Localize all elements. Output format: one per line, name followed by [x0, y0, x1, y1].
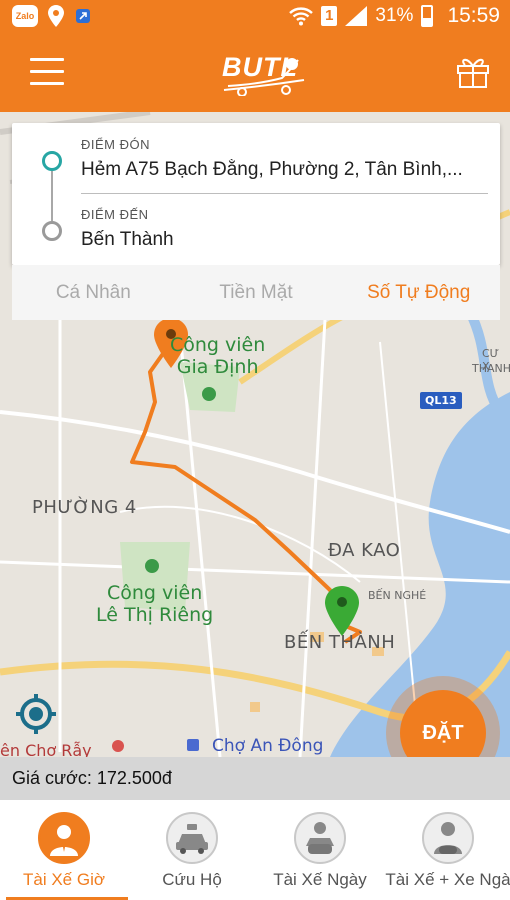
pickup-field[interactable]: Hẻm A75 Bạch Đằng, Phường 2, Tân Bình,..…: [81, 159, 491, 181]
map-label-park-le-thi-rieng: Công viên Lê Thị Riêng: [96, 582, 214, 626]
pickup-label: ĐIỂM ĐÓN: [81, 137, 150, 152]
map-label-ben-nghe: BẾN NGHÉ: [368, 589, 427, 602]
clock: 15:59: [447, 4, 500, 27]
app-logo: BUTL: [220, 50, 310, 96]
destination-pin-icon: [325, 586, 359, 636]
app-bar: BUTL: [0, 34, 510, 112]
location-icon: [48, 5, 64, 27]
battery-percent: 31%: [375, 5, 414, 26]
map-label-cho-ray: ện Chợ Rẫy: [0, 741, 92, 757]
menu-icon[interactable]: [30, 58, 64, 86]
pickup-dot-icon: [42, 151, 62, 171]
nav-label: Tài Xế Ngày: [273, 870, 367, 889]
nav-label: Tài Xế Giờ: [22, 870, 105, 889]
fare-bar: Giá cước: 172.500đ: [0, 757, 510, 800]
map-label-ben-thanh: BẾN THÀNH: [284, 632, 396, 653]
zalo-icon: Zalo: [12, 5, 38, 27]
payment-tabs: Cá Nhân Tiền Mặt Số Tự Động: [12, 265, 500, 320]
sim-indicator: 1: [321, 6, 338, 26]
dropoff-label: ĐIỂM ĐẾN: [81, 207, 149, 222]
highway-badge-ql13: QL13: [420, 392, 462, 409]
nav-tai-xe-xe-ngay[interactable]: Tài Xế + Xe Ngà: [384, 800, 510, 900]
battery-icon: [421, 5, 434, 27]
tab-so-tu-dong[interactable]: Số Tự Động: [337, 265, 500, 320]
nav-tai-xe-ngay[interactable]: Tài Xế Ngày: [256, 800, 384, 900]
nav-label: Tài Xế + Xe Ngà: [385, 870, 510, 889]
nav-tai-xe-gio[interactable]: Tài Xế Giờ: [0, 800, 128, 900]
driver-car-daily-icon: [422, 812, 474, 864]
nav-label: Cứu Hộ: [162, 870, 222, 889]
driver-hourly-icon: [38, 812, 90, 864]
map-label-cho-an-dong: Chợ An Đông: [212, 736, 324, 756]
dropoff-dot-icon: [42, 221, 62, 241]
signal-icon: [345, 6, 368, 26]
nav-cuu-ho[interactable]: Cứu Hộ: [128, 800, 256, 900]
tab-ca-nhan[interactable]: Cá Nhân: [12, 265, 175, 320]
map-label-park-gia-dinh: Công viên Gia Định: [170, 334, 266, 378]
card-divider: [81, 193, 488, 194]
download-icon: [76, 9, 90, 23]
tab-tien-mat[interactable]: Tiền Mặt: [175, 265, 338, 320]
bottom-nav: Tài Xế Giờ Cứu Hộ Tài Xế Ngày Tài Xế + X…: [0, 800, 510, 900]
map-label-thanh: THANH: [472, 362, 510, 375]
map-label-da-kao: ĐA KAO: [328, 540, 401, 561]
my-location-icon[interactable]: [14, 692, 58, 736]
route-connector: [51, 171, 53, 221]
gift-icon[interactable]: [456, 54, 490, 88]
wifi-icon: [289, 7, 313, 26]
trip-address-card: ĐIỂM ĐÓN Hẻm A75 Bạch Đằng, Phường 2, Tâ…: [12, 123, 500, 265]
map-label-phuong-4: PHƯỜNG 4: [32, 497, 137, 518]
driver-daily-icon: [294, 812, 346, 864]
status-bar: Zalo 1 31% 15:59: [0, 0, 510, 34]
rescue-car-icon: [166, 812, 218, 864]
dropoff-field[interactable]: Bến Thành: [81, 229, 491, 251]
